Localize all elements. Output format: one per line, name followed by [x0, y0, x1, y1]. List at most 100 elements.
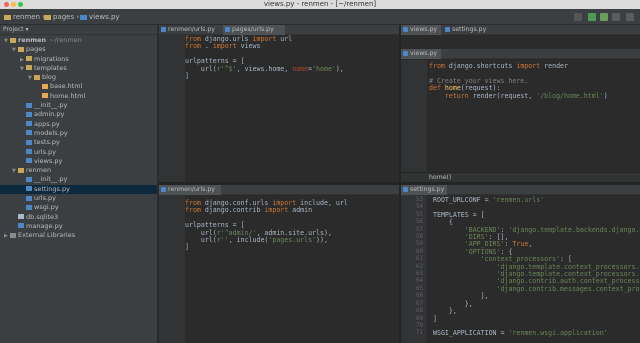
- tree-item-label: External Libraries: [18, 231, 76, 240]
- zoom-window-icon[interactable]: [18, 2, 23, 7]
- python-file-icon: [403, 51, 408, 56]
- tree-item[interactable]: tests.py: [0, 138, 157, 147]
- debug-icon[interactable]: [600, 13, 608, 21]
- tree-item[interactable]: ▼ pages: [0, 45, 157, 54]
- tree-item[interactable]: models.py: [0, 129, 157, 138]
- code-breadcrumb-bar: home(): [401, 172, 640, 182]
- python-file-icon: [26, 176, 32, 182]
- tree-item-label: renmen: [18, 36, 47, 44]
- folder-icon: [44, 14, 51, 20]
- tree-item[interactable]: admin.py: [0, 110, 157, 119]
- code-text[interactable]: from django.conf.urls import include, ur…: [185, 199, 348, 252]
- tree-item-label: templates: [34, 63, 67, 72]
- python-file-icon: [26, 186, 32, 192]
- project-panel-header[interactable]: Project ▾: [0, 25, 157, 35]
- tab-settings[interactable]: settings.py: [443, 25, 493, 35]
- tree-item-label: __init__.py: [34, 175, 68, 184]
- line-numbers: 53 54 55 56 57 58 59 60 61 62 63 64 65 6…: [416, 197, 423, 337]
- stop-icon[interactable]: [612, 13, 620, 21]
- tab-pages-urls[interactable]: pages/urls.py: [223, 25, 285, 35]
- tab-views-secondary[interactable]: views.py: [401, 49, 441, 59]
- tab-renmen-urls[interactable]: renmen/urls.py: [159, 25, 221, 35]
- python-file-icon: [161, 27, 166, 32]
- folder-icon: [18, 46, 24, 52]
- folder-icon: [4, 14, 11, 20]
- function-breadcrumb[interactable]: home(): [429, 174, 451, 181]
- tree-item[interactable]: home.html: [0, 92, 157, 101]
- editor-tabs: settings.py: [401, 185, 640, 195]
- tab-renmen-urls-bottom[interactable]: renmen/urls.py: [159, 185, 221, 195]
- line-gutter: [159, 195, 185, 343]
- tree-item-label: urls.py: [34, 194, 57, 203]
- tree-item-label: renmen: [26, 166, 52, 175]
- editor-renmen-urls[interactable]: renmen/urls.py pages/urls.py from django…: [159, 25, 399, 182]
- code-text[interactable]: ROOT_URLCONF = 'renmen.urls' TEMPLATES =…: [433, 196, 640, 338]
- editor-tabs: renmen/urls.py: [159, 185, 399, 195]
- breadcrumb-views[interactable]: views.py: [80, 12, 120, 22]
- tree-item[interactable]: ▼ renmen: [0, 166, 157, 175]
- tree-item[interactable]: __init__.py: [0, 101, 157, 110]
- tree-item[interactable]: ▶ External Libraries: [0, 231, 157, 240]
- tree-item[interactable]: base.html: [0, 82, 157, 91]
- folder-icon: [18, 167, 24, 173]
- python-file-icon: [18, 223, 24, 229]
- tree-item-label: migrations: [34, 54, 69, 63]
- python-file-icon: [26, 204, 32, 210]
- tree-item[interactable]: manage.py: [0, 222, 157, 231]
- tree-item-label: settings.py: [34, 184, 70, 193]
- tab-views[interactable]: views.py: [401, 25, 441, 35]
- tree-item[interactable]: apps.py: [0, 120, 157, 129]
- close-window-icon[interactable]: [4, 2, 9, 7]
- line-gutter: [159, 35, 185, 182]
- tree-item[interactable]: wsgi.py: [0, 203, 157, 212]
- tree-item[interactable]: ▼ renmen ~/renmen: [0, 36, 157, 45]
- python-file-icon: [26, 130, 32, 136]
- tree-item-label: models.py: [34, 128, 68, 137]
- library-icon: [10, 232, 16, 238]
- tree-item[interactable]: settings.py: [0, 184, 157, 195]
- search-icon[interactable]: [626, 13, 634, 21]
- tree-item[interactable]: ▼ blog: [0, 73, 157, 82]
- project-tree: ▼ renmen ~/renmen ▼ pages ▶ migrations ▼ templat…: [0, 36, 157, 241]
- python-file-icon: [26, 149, 32, 155]
- folder-icon: [26, 65, 32, 71]
- tree-item[interactable]: ▶ migrations: [0, 55, 157, 64]
- breadcrumb-pages[interactable]: pages ›: [44, 12, 79, 22]
- html-file-icon: [42, 93, 48, 99]
- title-bar: views.py - renmen - [~/renmen]: [0, 0, 640, 9]
- run-icon[interactable]: [588, 13, 596, 21]
- editor-renmen-urls-bottom[interactable]: renmen/urls.py from django.conf.urls imp…: [159, 185, 399, 343]
- run-config-icon[interactable]: [574, 13, 582, 21]
- code-text[interactable]: from django.shortcuts import render # Cr…: [429, 62, 608, 100]
- python-file-icon: [26, 121, 32, 127]
- tree-item-label: base.html: [50, 82, 83, 91]
- tree-item[interactable]: db.sqlite3: [0, 213, 157, 222]
- python-file-icon: [403, 187, 408, 192]
- editor-settings[interactable]: settings.py 53 54 55 56 57 58 59 60 61 6…: [401, 185, 640, 343]
- breadcrumb-renmen[interactable]: renmen ›: [4, 12, 45, 22]
- python-file-icon: [26, 102, 32, 108]
- project-panel: Project ▾ ▼ renmen ~/renmen ▼ pages ▶ migratio…: [0, 25, 158, 343]
- line-gutter: [401, 60, 427, 172]
- python-file-icon: [26, 111, 32, 117]
- database-file-icon: [18, 214, 24, 220]
- navigation-toolbar: renmen › pages › views.py: [0, 9, 640, 25]
- tree-item[interactable]: views.py: [0, 157, 157, 166]
- python-file-icon: [161, 187, 166, 192]
- python-file-icon: [445, 27, 450, 32]
- minimize-window-icon[interactable]: [11, 2, 16, 7]
- tab-settings-bottom[interactable]: settings.py: [401, 185, 447, 195]
- code-text[interactable]: from django.urls import url from . impor…: [185, 35, 344, 80]
- tree-item[interactable]: ▼ templates: [0, 64, 157, 73]
- tree-item[interactable]: urls.py: [0, 148, 157, 157]
- tree-item-label: admin.py: [34, 110, 65, 119]
- folder-icon: [10, 37, 16, 43]
- editor-tabs: views.py settings.py: [401, 25, 640, 35]
- python-file-icon: [80, 14, 87, 20]
- tree-item[interactable]: __init__.py: [0, 175, 157, 184]
- tree-item[interactable]: urls.py: [0, 194, 157, 203]
- tree-item-label: urls.py: [34, 147, 57, 156]
- tree-item-label: home.html: [50, 91, 86, 100]
- python-file-icon: [225, 27, 230, 32]
- editor-views[interactable]: views.py settings.py views.py from djang…: [401, 25, 640, 182]
